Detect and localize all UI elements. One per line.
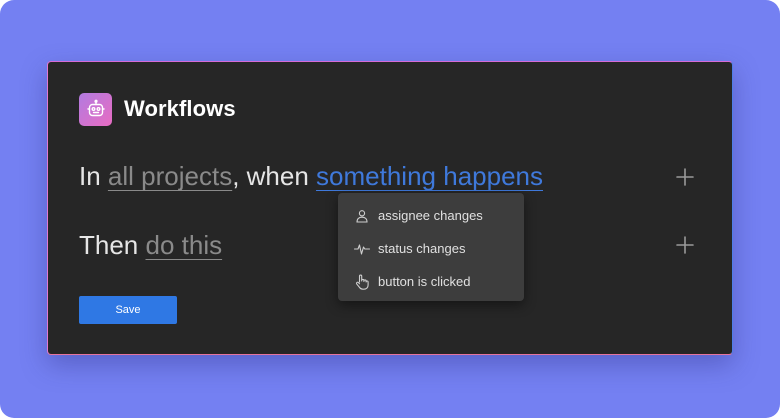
menu-item-label: assignee changes xyxy=(378,207,483,223)
action-prefix: Then xyxy=(79,230,139,260)
trigger-selector[interactable]: something happens xyxy=(316,161,543,191)
scope-selector[interactable]: all projects xyxy=(108,161,232,191)
workflows-logo xyxy=(79,93,112,126)
action-selector[interactable]: do this xyxy=(146,230,223,260)
add-trigger-button[interactable] xyxy=(676,168,694,186)
menu-item-button-clicked[interactable]: button is clicked xyxy=(338,265,524,298)
trigger-connector: , when xyxy=(232,161,309,191)
menu-item-status-changes[interactable]: status changes xyxy=(338,232,524,265)
trigger-prefix: In xyxy=(79,161,101,191)
trigger-dropdown-menu: assignee changes status changes button i… xyxy=(338,193,524,301)
plus-icon xyxy=(676,168,694,186)
person-icon xyxy=(354,208,370,224)
add-action-button[interactable] xyxy=(676,236,694,254)
menu-item-label: button is clicked xyxy=(378,273,471,289)
plus-icon xyxy=(676,236,694,254)
menu-item-label: status changes xyxy=(378,240,466,256)
hand-pointer-icon xyxy=(354,274,370,290)
workflow-panel: Workflows In all projects, when somethin… xyxy=(47,61,733,355)
robot-icon xyxy=(86,99,105,116)
page-title: Workflows xyxy=(124,96,236,121)
save-button[interactable]: Save xyxy=(79,296,177,324)
trigger-sentence: In all projects, when something happens xyxy=(79,159,543,193)
pulse-icon xyxy=(354,241,370,257)
action-sentence: Then do this xyxy=(79,228,222,262)
menu-item-assignee-changes[interactable]: assignee changes xyxy=(338,199,524,232)
